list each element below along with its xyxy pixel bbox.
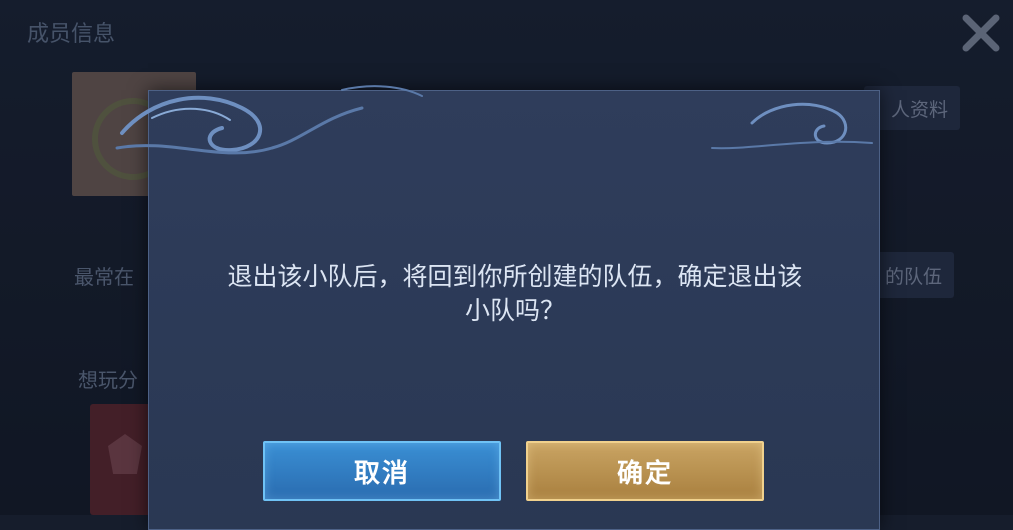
dialog-message: 退出该小队后，将回到你所创建的队伍，确定退出该 小队吗？ — [170, 260, 860, 328]
message-line-1: 退出该小队后，将回到你所创建的队伍，确定退出该 — [227, 262, 803, 291]
cancel-button[interactable]: 取消 — [263, 441, 501, 501]
confirm-button[interactable]: 确定 — [526, 441, 764, 501]
message-line-2: 小队吗？ — [464, 296, 565, 325]
